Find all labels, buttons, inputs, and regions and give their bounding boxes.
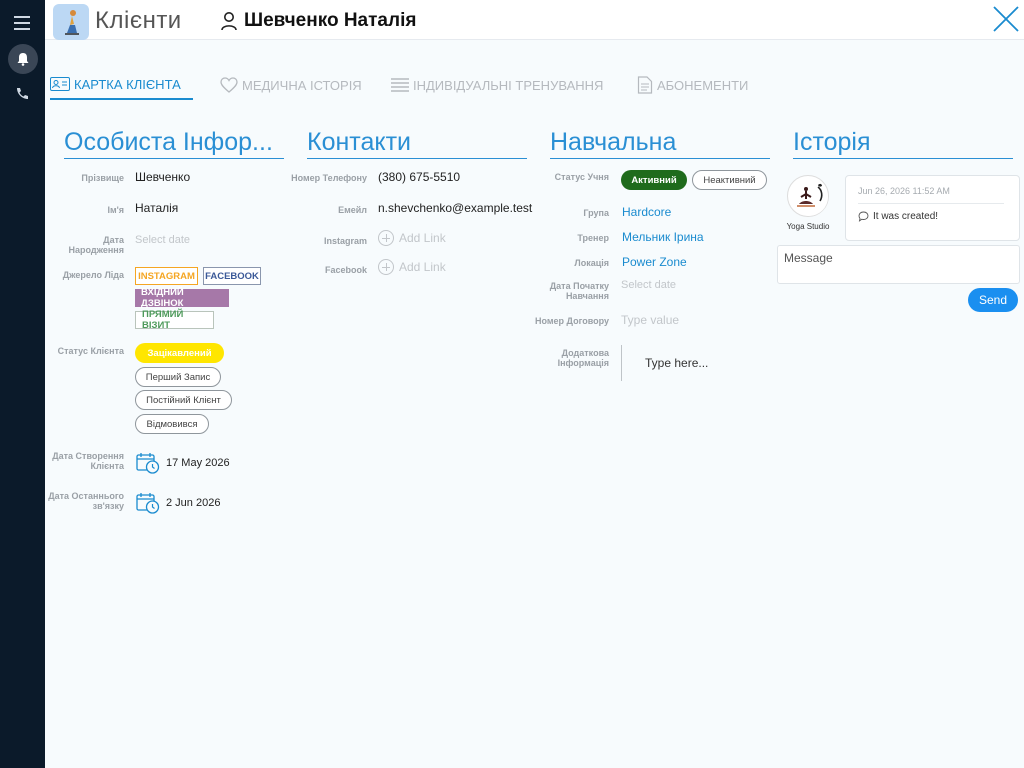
calendar-clock-icon <box>136 453 160 474</box>
last-contact-label: Дата Останнього зв'язку <box>40 491 124 511</box>
created-date-label-line2: Клієнта <box>90 461 124 471</box>
contract-input[interactable]: Type value <box>621 313 679 327</box>
tab-individual-trainings[interactable]: ІНДИВІДУАЛЬНІ ТРЕНУВАННЯ <box>391 70 603 100</box>
id-card-icon <box>50 77 70 91</box>
name-label: Ім'я <box>107 205 124 215</box>
created-date-value[interactable]: 17 May 2026 <box>166 457 230 469</box>
calendar-clock-icon <box>136 493 160 514</box>
created-date-label: Дата Створення Клієнта <box>40 451 124 471</box>
start-date-label: Дата Початку Навчання <box>520 281 609 301</box>
birthdate-label-line1: Дата <box>103 235 124 245</box>
bell-icon <box>17 53 29 66</box>
tab-label: КАРТКА КЛІЄНТА <box>74 76 181 92</box>
student-status-label: Статус Учня <box>554 172 609 182</box>
tab-label: АБОНЕМЕНТИ <box>657 77 749 93</box>
lead-direct-visit-button[interactable]: ПРЯМИЙ ВІЗИТ <box>135 309 214 331</box>
add-link-label: Add Link <box>399 260 446 274</box>
app-logo <box>53 4 89 40</box>
status-interested-button[interactable]: Зацікавлений <box>135 343 224 363</box>
client-status-label: Статус Клієнта <box>57 346 124 356</box>
start-date-input[interactable]: Select date <box>621 279 676 291</box>
tab-medical-history[interactable]: МЕДИЧНА ІСТОРІЯ <box>220 70 362 100</box>
phone-icon[interactable] <box>14 86 30 102</box>
extra-info-input[interactable]: Type here... <box>621 345 766 381</box>
history-entry-message: It was created! <box>873 211 939 222</box>
history-title: Історія <box>793 128 1013 159</box>
facebook-label: Facebook <box>324 265 367 275</box>
start-date-label-line1: Дата Початку <box>549 281 609 291</box>
app-title: Клієнти <box>95 7 182 34</box>
instagram-label: Instagram <box>323 236 367 246</box>
history-divider <box>858 203 1004 204</box>
extra-info-label-line2: Інформація <box>557 358 609 368</box>
lead-source-label: Джерело Ліда <box>62 270 124 280</box>
surname-label: Прізвище <box>81 173 124 183</box>
tab-bar: КАРТКА КЛІЄНТА МЕДИЧНА ІСТОРІЯ ІНДИВІДУА… <box>50 70 1020 100</box>
plus-circle-icon <box>378 259 394 275</box>
group-label: Група <box>583 208 609 218</box>
client-name: Шевченко Наталія <box>244 10 417 31</box>
contract-label: Номер Договору <box>535 316 609 326</box>
training-title: Навчальна <box>550 128 770 159</box>
birthdate-input[interactable]: Select date <box>135 234 190 246</box>
contacts-title: Контакти <box>307 128 527 159</box>
trainer-value[interactable]: Мельник Ірина <box>622 230 704 244</box>
instagram-add-link-button[interactable]: Add Link <box>378 230 446 246</box>
menu-icon[interactable] <box>14 16 30 30</box>
personal-info-title: Особиста Інфор... <box>64 128 284 159</box>
group-value[interactable]: Hardcore <box>622 205 671 219</box>
tab-label: ІНДИВІДУАЛЬНІ ТРЕНУВАННЯ <box>413 77 604 93</box>
name-value[interactable]: Наталія <box>135 201 178 215</box>
send-button[interactable]: Send <box>968 288 1018 312</box>
facebook-add-link-button[interactable]: Add Link <box>378 259 446 275</box>
status-refused-button[interactable]: Відмовився <box>135 414 209 434</box>
message-input[interactable]: Message <box>777 245 1020 284</box>
heart-icon <box>220 77 238 93</box>
last-contact-label-line2: зв'язку <box>92 501 124 511</box>
add-link-label: Add Link <box>399 231 446 245</box>
birthdate-label-line2: Народження <box>68 245 125 255</box>
plus-circle-icon <box>378 230 394 246</box>
history-entry-text: It was created! <box>858 211 938 222</box>
lead-facebook-button[interactable]: FACEBOOK <box>203 267 261 285</box>
close-icon[interactable] <box>991 4 1021 34</box>
last-contact-label-line1: Дата Останнього <box>48 491 124 501</box>
lead-incoming-call-button[interactable]: ВХІДНИЙ ДЗВІНОК <box>135 287 229 309</box>
status-inactive-button[interactable]: Неактивний <box>692 170 767 190</box>
surname-value[interactable]: Шевченко <box>135 170 190 184</box>
status-active-button[interactable]: Активний <box>621 170 687 190</box>
trainer-label: Тренер <box>577 233 609 243</box>
email-value[interactable]: n.shevchenko@example.test <box>378 201 532 215</box>
phone-label: Номер Телефону <box>291 173 367 183</box>
location-value[interactable]: Power Zone <box>622 255 687 269</box>
start-date-label-line2: Навчання <box>565 291 609 301</box>
document-icon <box>637 76 653 94</box>
history-entry: Jun 26, 2026 11:52 AM It was created! <box>845 175 1020 241</box>
studio-name: Yoga Studio <box>786 222 830 231</box>
lead-instagram-button[interactable]: INSTAGRAM <box>135 267 198 285</box>
status-regular-client-button[interactable]: Постійний Клієнт <box>135 390 232 410</box>
extra-info-placeholder: Type here... <box>645 356 709 370</box>
user-icon <box>221 12 237 31</box>
location-label: Локація <box>574 258 609 268</box>
status-first-booking-button[interactable]: Перший Запис <box>135 367 221 387</box>
extra-info-label-line1: Додаткова <box>561 348 609 358</box>
list-icon <box>391 78 409 92</box>
history-entry-date: Jun 26, 2026 11:52 AM <box>858 186 950 196</box>
extra-info-label: Додаткова Інформація <box>520 348 609 368</box>
studio-avatar <box>787 175 829 217</box>
last-contact-value[interactable]: 2 Jun 2026 <box>166 497 220 509</box>
tab-label: МЕДИЧНА ІСТОРІЯ <box>242 77 362 93</box>
tab-subscriptions[interactable]: АБОНЕМЕНТИ <box>637 70 748 100</box>
created-date-label-line1: Дата Створення <box>52 451 124 461</box>
phone-value[interactable]: (380) 675-5510 <box>378 170 460 184</box>
header-bar: Клієнти Шевченко Наталія <box>45 0 1024 40</box>
email-label: Емейл <box>338 205 367 215</box>
notifications-button[interactable] <box>8 44 38 74</box>
tab-client-card[interactable]: КАРТКА КЛІЄНТА <box>50 70 193 100</box>
birthdate-label: Дата Народження <box>40 235 125 255</box>
comment-icon <box>858 211 869 222</box>
left-rail <box>0 0 45 768</box>
